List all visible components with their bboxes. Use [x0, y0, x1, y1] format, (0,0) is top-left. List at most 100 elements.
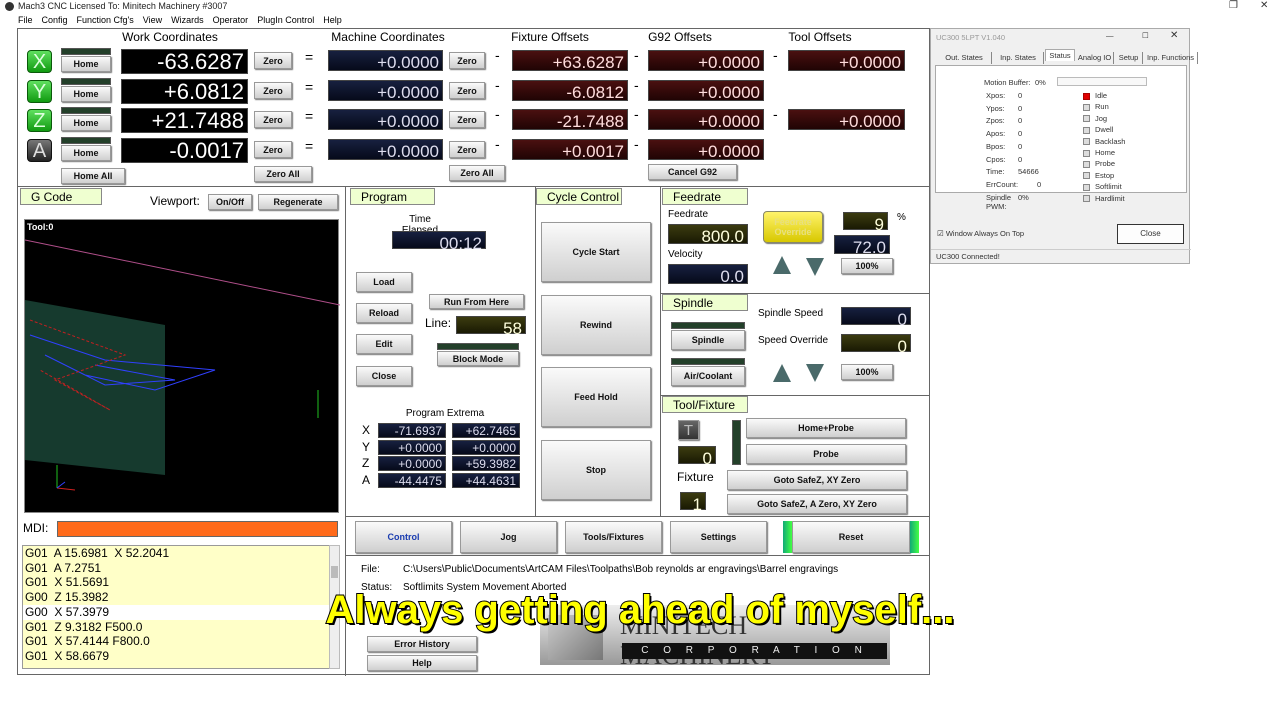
minimize-icon[interactable]: —	[1106, 31, 1118, 41]
menu-item-function-cfg-s[interactable]: Function Cfg's	[77, 15, 134, 25]
axis-y-home-button[interactable]: Home	[61, 86, 111, 102]
fixture-dro-a[interactable]: +0.0017	[512, 139, 628, 161]
run-from-here-button[interactable]: Run From Here	[429, 294, 524, 309]
gcode-line[interactable]: G01 X 57.4144 F800.0	[23, 634, 329, 649]
axis-a-home-button[interactable]: Home	[61, 145, 111, 161]
g92-dro-a[interactable]: +0.0000	[648, 139, 764, 161]
tool-offset-dro-x[interactable]: +0.0000	[788, 50, 905, 72]
g92-dro-z[interactable]: +0.0000	[648, 109, 764, 131]
fixture-dro-z[interactable]: -21.7488	[512, 109, 628, 131]
menu-item-file[interactable]: File	[18, 15, 33, 25]
machine-dro-z[interactable]: +0.0000	[328, 109, 443, 131]
menu-item-view[interactable]: View	[143, 15, 162, 25]
load-button[interactable]: Load	[356, 272, 412, 292]
menu-item-help[interactable]: Help	[323, 15, 342, 25]
machine-zero-a-button[interactable]: Zero	[449, 141, 485, 158]
fixture-dro-y[interactable]: -6.0812	[512, 80, 628, 102]
scrollbar-thumb[interactable]	[331, 566, 338, 578]
viewport-onoff-button[interactable]: On/Off	[208, 194, 252, 210]
work-dro-x[interactable]: -63.6287	[121, 49, 248, 74]
menu-item-config[interactable]: Config	[42, 15, 68, 25]
goto-safez-a-xy-zero-button[interactable]: Goto SafeZ, A Zero, XY Zero	[727, 494, 907, 514]
gcode-line[interactable]: G01 A 15.6981 X 52.2041	[23, 546, 329, 561]
uc300-close-button[interactable]: Close	[1117, 224, 1184, 244]
spindle-reset-button[interactable]: 100%	[841, 364, 893, 380]
tab-settings[interactable]: Settings	[670, 521, 767, 553]
help-button[interactable]: Help	[367, 655, 477, 671]
block-mode-button[interactable]: Block Mode	[437, 351, 519, 366]
restore-icon[interactable]: ❐	[1229, 0, 1238, 11]
feedrate-reset-button[interactable]: 100%	[841, 258, 893, 274]
menu-item-wizards[interactable]: Wizards	[171, 15, 204, 25]
feedrate-dro[interactable]: 800.0	[668, 224, 748, 246]
spindle-button[interactable]: Spindle	[671, 330, 745, 350]
feed-hold-button[interactable]: Feed Hold	[541, 367, 651, 427]
g92-dro-x[interactable]: +0.0000	[648, 50, 764, 72]
speed-override-dro[interactable]: 0	[841, 334, 911, 356]
close-icon[interactable]: ✕	[1170, 30, 1182, 42]
uc300-tab-setup[interactable]: Setup	[1115, 52, 1143, 64]
menu-item-plugin-control[interactable]: PlugIn Control	[257, 15, 314, 25]
uc300-tab-status[interactable]: Status	[1045, 49, 1075, 61]
uc300-tab-analog-io[interactable]: Analog IO	[1076, 52, 1114, 64]
line-dro[interactable]: 58	[456, 316, 526, 338]
machine-dro-x[interactable]: +0.0000	[328, 50, 443, 72]
reset-button[interactable]: Reset	[792, 521, 910, 553]
uc300-tab-inp-functions[interactable]: Inp. Functions	[1144, 52, 1198, 64]
cycle-start-button[interactable]: Cycle Start	[541, 222, 651, 282]
stop-button[interactable]: Stop	[541, 440, 651, 500]
work-zero-a-button[interactable]: Zero	[254, 141, 292, 158]
tool-change-button[interactable]: T	[678, 420, 699, 440]
axis-z-ref-button[interactable]: Z	[27, 109, 52, 132]
fixture-number-dro[interactable]: 1	[680, 492, 706, 514]
work-zero-y-button[interactable]: Zero	[254, 82, 292, 99]
reload-button[interactable]: Reload	[356, 303, 412, 323]
tab-tools-fixtures[interactable]: Tools/Fixtures	[565, 521, 662, 553]
work-dro-z[interactable]: +21.7488	[121, 108, 248, 133]
home-all-button[interactable]: Home All	[61, 168, 125, 184]
cancel-g92-button[interactable]: Cancel G92	[648, 164, 737, 180]
machine-zero-x-button[interactable]: Zero	[449, 52, 485, 69]
zero-all-work-button[interactable]: Zero All	[254, 166, 312, 182]
tool-offset-dro-z[interactable]: +0.0000	[788, 109, 905, 131]
goto-safez-xy-zero-button[interactable]: Goto SafeZ, XY Zero	[727, 470, 907, 490]
axis-x-ref-button[interactable]: X	[27, 50, 52, 73]
axis-x-home-button[interactable]: Home	[61, 56, 111, 72]
work-dro-y[interactable]: +6.0812	[121, 79, 248, 104]
tool-number-dro[interactable]: 0	[678, 446, 716, 468]
machine-zero-y-button[interactable]: Zero	[449, 82, 485, 99]
checkbox-icon[interactable]: ☑	[937, 229, 944, 238]
machine-dro-a[interactable]: +0.0000	[328, 139, 443, 161]
toolpath-view[interactable]: Tool:0	[24, 219, 341, 513]
work-zero-x-button[interactable]: Zero	[254, 52, 292, 69]
machine-dro-y[interactable]: +0.0000	[328, 80, 443, 102]
always-on-top-checkbox[interactable]: ☑ Window Always On Top	[937, 229, 1057, 241]
gcode-line[interactable]: G01 X 58.6679	[23, 649, 329, 664]
g92-dro-y[interactable]: +0.0000	[648, 80, 764, 102]
gcode-line[interactable]: G01 A 7.2751	[23, 561, 329, 576]
axis-a-ref-button[interactable]: A	[27, 139, 52, 162]
air-coolant-button[interactable]: Air/Coolant	[671, 366, 745, 386]
edit-button[interactable]: Edit	[356, 334, 412, 354]
feedrate-override-pct-dro[interactable]: 9	[843, 212, 888, 234]
regenerate-button[interactable]: Regenerate	[258, 194, 338, 210]
zero-all-machine-button[interactable]: Zero All	[449, 165, 505, 181]
mdi-input[interactable]	[57, 521, 338, 537]
feedrate-decrease-icon[interactable]	[806, 258, 824, 276]
rewind-button[interactable]: Rewind	[541, 295, 651, 355]
work-zero-z-button[interactable]: Zero	[254, 111, 292, 128]
close-icon[interactable]: ✕	[1260, 0, 1268, 11]
tab-jog[interactable]: Jog	[460, 521, 557, 553]
axis-z-home-button[interactable]: Home	[61, 115, 111, 131]
menu-item-operator[interactable]: Operator	[213, 15, 249, 25]
fixture-dro-x[interactable]: +63.6287	[512, 50, 628, 72]
machine-zero-z-button[interactable]: Zero	[449, 111, 485, 128]
probe-button[interactable]: Probe	[746, 444, 906, 464]
axis-y-ref-button[interactable]: Y	[27, 80, 52, 103]
spindle-increase-icon[interactable]	[773, 364, 791, 382]
close-button[interactable]: Close	[356, 366, 412, 386]
work-dro-a[interactable]: -0.0017	[121, 138, 248, 163]
tab-control[interactable]: Control	[355, 521, 452, 553]
spindle-speed-dro[interactable]: 0	[841, 307, 911, 329]
home-probe-button[interactable]: Home+Probe	[746, 418, 906, 438]
